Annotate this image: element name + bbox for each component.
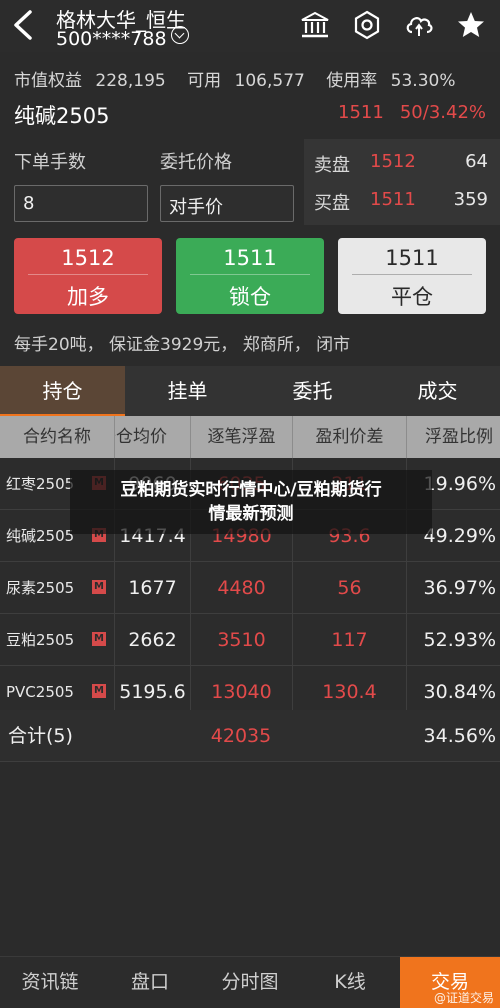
total-pnl-ratio: 34.56% [423, 725, 496, 747]
row-pnl-ratio: 36.97% [406, 562, 500, 614]
positions-table-header: 合约名称 开仓均价 逐笔浮盈 盈利价差 浮盈比例 [0, 416, 500, 458]
tab-positions[interactable]: 持仓 [0, 366, 125, 416]
bid-label: 买盘 [314, 193, 350, 214]
nav-intraday[interactable]: 分时图 [200, 957, 300, 1008]
tab-trades[interactable]: 成交 [375, 366, 500, 416]
available-value: 106,577 [234, 71, 305, 91]
market-tag: M [92, 684, 106, 698]
caption-line-1: 豆粕期货实时行情中心/豆粕期货行 [120, 480, 382, 500]
nav-news[interactable]: 资讯链 [0, 957, 100, 1008]
order-book: 卖盘 1512 64 买盘 1511 359 [304, 139, 500, 225]
close-position-button[interactable]: 1511 平仓 [338, 238, 486, 314]
account-id-text: 500****788 [56, 28, 167, 50]
contract-name[interactable]: 纯碱2505 [14, 100, 109, 130]
table-total-row: 合计(5) 42035 34.56% [0, 710, 500, 762]
total-pnl: 42035 [210, 725, 272, 747]
table-row[interactable]: 豆粕2505 M 2662 3510 117 52.93% [0, 614, 500, 666]
tab-orders[interactable]: 委托 [250, 366, 375, 416]
table-row[interactable]: 尿素2505 M 1677 4480 56 36.97% [0, 562, 500, 614]
equity-label: 市值权益 [14, 71, 82, 91]
lock-label: 锁仓 [229, 285, 271, 309]
close-label: 平仓 [391, 285, 433, 309]
col-pnl[interactable]: 逐笔浮盈 [190, 416, 292, 458]
ask-volume: 64 [465, 151, 488, 172]
available-label: 可用 [187, 71, 222, 91]
buy-label: 加多 [67, 285, 109, 309]
ask-row: 卖盘 1512 64 [314, 151, 490, 177]
row-avg-price: 2662 [114, 614, 190, 666]
col-avg-price[interactable]: 开仓均价 [114, 416, 190, 458]
caption-overlay: 豆粕期货实时行情中心/豆粕期货行 情最新预测 [70, 470, 432, 534]
qty-label: 下单手数 [14, 152, 86, 173]
contract-quote: 1511 50/3.42% [322, 102, 486, 123]
row-contract: 纯碱2505 [6, 527, 75, 545]
buy-price: 1512 [28, 246, 148, 275]
row-pnl-ratio: 52.93% [406, 614, 500, 666]
order-panel: 市值权益 228,195 可用 106,577 使用率 53.30% 纯碱250… [0, 52, 500, 364]
caption-line-2: 情最新预测 [208, 504, 294, 524]
star-icon[interactable] [456, 10, 486, 40]
row-price-diff: 56 [292, 562, 406, 614]
row-contract: 尿素2505 [6, 579, 75, 597]
row-price-diff: 117 [292, 614, 406, 666]
row-avg-price: 1677 [114, 562, 190, 614]
usage-label: 使用率 [326, 71, 378, 91]
bid-row: 买盘 1511 359 [314, 189, 490, 215]
qty-input[interactable]: 8 [14, 185, 148, 222]
ask-price: 1512 [370, 151, 416, 172]
position-tabs: 持仓 挂单 委托 成交 [0, 366, 500, 416]
bottom-nav: 资讯链 盘口 分时图 K线 交易 @证道交易 [0, 956, 500, 1008]
total-label: 合计(5) [8, 725, 73, 747]
usage-value: 53.30% [390, 71, 456, 91]
settings-icon[interactable] [352, 10, 382, 40]
contract-info: 每手20吨， 保证金3929元， 郑商所， 闭市 [14, 335, 351, 355]
top-bar: 格林大华_恒生 500****788 [0, 0, 500, 52]
equity-value: 228,195 [95, 71, 166, 91]
nav-orderbook[interactable]: 盘口 [100, 957, 200, 1008]
col-pnl-ratio[interactable]: 浮盈比例 [406, 416, 500, 458]
lock-position-button[interactable]: 1511 锁仓 [176, 238, 324, 314]
account-stats: 市值权益 228,195 可用 106,577 使用率 53.30% [14, 66, 471, 91]
cloud-sync-icon[interactable] [404, 10, 434, 40]
watermark: @证道交易 [433, 991, 494, 1005]
bid-volume: 359 [453, 189, 488, 210]
price-label: 委托价格 [160, 152, 232, 173]
col-contract[interactable]: 合约名称 [0, 416, 114, 458]
close-price: 1511 [352, 246, 472, 275]
col-price-diff[interactable]: 盈利价差 [292, 416, 406, 458]
row-pnl: 3510 [190, 614, 292, 666]
market-tag: M [92, 580, 106, 594]
lock-price: 1511 [190, 246, 310, 275]
back-arrow-icon[interactable] [8, 8, 40, 42]
row-contract: 豆粕2505 [6, 631, 75, 649]
last-price: 1511 [338, 102, 384, 123]
row-pnl: 4480 [190, 562, 292, 614]
price-change: 50/3.42% [399, 102, 486, 123]
bank-icon[interactable] [300, 10, 330, 40]
buy-long-button[interactable]: 1512 加多 [14, 238, 162, 314]
empty-area [0, 762, 500, 956]
price-input[interactable]: 对手价 [160, 185, 294, 222]
ask-label: 卖盘 [314, 155, 350, 176]
nav-kline[interactable]: K线 [300, 957, 400, 1008]
tab-pending[interactable]: 挂单 [125, 366, 250, 416]
market-tag: M [92, 632, 106, 646]
bid-price: 1511 [370, 189, 416, 210]
chevron-down-icon[interactable] [170, 26, 189, 44]
account-id[interactable]: 500****788 [56, 26, 189, 50]
row-contract: 红枣2505 [6, 475, 75, 493]
